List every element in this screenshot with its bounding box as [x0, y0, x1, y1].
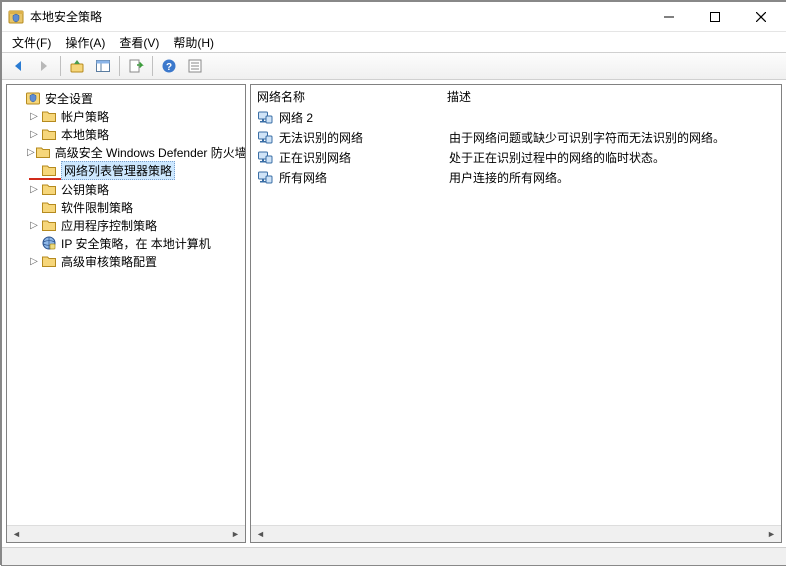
toolbar-separator — [60, 56, 61, 76]
toolbar: ? — [2, 52, 786, 80]
list-pane: 网络名称 描述 网络 2无法识别的网络由于网络问题或缺少可识别字符而无法识别的网… — [250, 84, 782, 543]
security-root-icon — [25, 90, 41, 106]
minimize-button[interactable] — [646, 2, 692, 31]
svg-text:?: ? — [166, 62, 172, 73]
title-bar: 本地安全策略 — [2, 2, 786, 32]
tree-item-label: 本地策略 — [61, 126, 109, 143]
folder-icon — [41, 199, 57, 215]
tree-item[interactable]: ▷ 帐户策略 — [9, 107, 243, 125]
list-row[interactable]: 正在识别网络处于正在识别过程中的网络的临时状态。 — [257, 147, 775, 167]
menu-action[interactable]: 操作(A) — [59, 33, 111, 52]
window-title: 本地安全策略 — [30, 8, 646, 25]
tree-item[interactable]: ▷ 高级审核策略配置 — [9, 252, 243, 270]
toolbar-separator — [119, 56, 120, 76]
globe-icon — [41, 235, 57, 251]
list-body[interactable]: 网络 2无法识别的网络由于网络问题或缺少可识别字符而无法识别的网络。正在识别网络… — [251, 107, 781, 525]
tree-item[interactable]: ▷ 应用程序控制策略 — [9, 216, 243, 234]
list-cell-desc: 处于正在识别过程中的网络的临时状态。 — [449, 149, 775, 166]
tree-item[interactable]: IP 安全策略，在 本地计算机 — [9, 234, 243, 252]
close-button[interactable] — [738, 2, 784, 31]
tree-item[interactable]: ▷ 公钥策略 — [9, 180, 243, 198]
maximize-button[interactable] — [692, 2, 738, 31]
menu-view[interactable]: 查看(V) — [113, 33, 165, 52]
list-cell-name: 网络 2 — [279, 109, 449, 126]
tree-item-label: 高级审核策略配置 — [61, 253, 157, 270]
tree-item-label: 高级安全 Windows Defender 防火墙 — [55, 144, 245, 161]
toolbar-separator — [152, 56, 153, 76]
properties-button[interactable] — [183, 55, 207, 77]
tree-item[interactable]: ▷ 高级安全 Windows Defender 防火墙 — [9, 143, 243, 161]
folder-icon — [41, 253, 57, 269]
folder-icon — [41, 162, 57, 178]
folder-icon — [41, 217, 57, 233]
tree-item-label: 软件限制策略 — [61, 199, 133, 216]
list-row[interactable]: 无法识别的网络由于网络问题或缺少可识别字符而无法识别的网络。 — [257, 127, 775, 147]
expander-icon[interactable]: ▷ — [27, 220, 41, 231]
tree-pane: 安全设置 ▷ 帐户策略 ▷ 本地策略 ▷ 高级安全 Windows Defender 防火… — [6, 84, 246, 543]
tree-h-scrollbar[interactable]: ◄ ► — [7, 525, 245, 542]
export-button[interactable] — [124, 55, 148, 77]
tree-root-label: 安全设置 — [45, 90, 93, 107]
body: 安全设置 ▷ 帐户策略 ▷ 本地策略 ▷ 高级安全 Windows Defender 防火… — [2, 80, 786, 547]
list-cell-name: 所有网络 — [279, 169, 449, 186]
expander-icon[interactable]: ▷ — [27, 129, 41, 140]
app-icon — [8, 9, 24, 25]
folder-icon — [41, 108, 57, 124]
up-button[interactable] — [65, 55, 89, 77]
tree-scroll[interactable]: 安全设置 ▷ 帐户策略 ▷ 本地策略 ▷ 高级安全 Windows Defender 防火… — [7, 85, 245, 525]
show-hide-tree-button[interactable] — [91, 55, 115, 77]
tree-item[interactable]: ▷ 本地策略 — [9, 125, 243, 143]
folder-icon — [41, 126, 57, 142]
list-h-scrollbar[interactable]: ◄ ► — [251, 525, 781, 542]
scroll-right-icon[interactable]: ► — [227, 527, 244, 542]
folder-icon — [41, 181, 57, 197]
menu-help[interactable]: 帮助(H) — [167, 33, 220, 52]
folder-icon — [35, 144, 51, 160]
network-icon — [257, 169, 273, 185]
list-cell-desc: 由于网络问题或缺少可识别字符而无法识别的网络。 — [449, 129, 775, 146]
tree-root-item[interactable]: 安全设置 — [9, 89, 243, 107]
column-description[interactable]: 描述 — [447, 88, 775, 105]
list-header: 网络名称 描述 — [251, 85, 781, 107]
scroll-right-icon[interactable]: ► — [763, 527, 780, 542]
column-network-name[interactable]: 网络名称 — [257, 88, 447, 105]
status-bar — [2, 547, 786, 565]
tree-item-label: 公钥策略 — [61, 181, 109, 198]
network-icon — [257, 129, 273, 145]
scroll-left-icon[interactable]: ◄ — [8, 527, 25, 542]
expander-icon[interactable]: ▷ — [27, 184, 41, 195]
expander-icon[interactable]: ▷ — [27, 111, 41, 122]
list-cell-name: 正在识别网络 — [279, 149, 449, 166]
network-icon — [257, 149, 273, 165]
expander-icon[interactable]: ▷ — [27, 256, 41, 267]
menu-bar: 文件(F) 操作(A) 查看(V) 帮助(H) — [2, 32, 786, 52]
list-row[interactable]: 所有网络用户连接的所有网络。 — [257, 167, 775, 187]
tree-item[interactable]: 软件限制策略 — [9, 198, 243, 216]
window-buttons — [646, 2, 784, 31]
help-button[interactable]: ? — [157, 55, 181, 77]
tree-item-label: 帐户策略 — [61, 108, 109, 125]
scroll-left-icon[interactable]: ◄ — [252, 527, 269, 542]
tree-item-label: IP 安全策略，在 本地计算机 — [61, 235, 211, 252]
expander-icon[interactable]: ▷ — [27, 147, 35, 158]
menu-file[interactable]: 文件(F) — [6, 33, 57, 52]
forward-button[interactable] — [32, 55, 56, 77]
tree-item-label: 网络列表管理器策略 — [61, 161, 175, 180]
list-row[interactable]: 网络 2 — [257, 107, 775, 127]
tree-item[interactable]: 网络列表管理器策略 — [9, 161, 243, 179]
list-cell-desc: 用户连接的所有网络。 — [449, 169, 775, 186]
back-button[interactable] — [6, 55, 30, 77]
network-icon — [257, 109, 273, 125]
list-cell-name: 无法识别的网络 — [279, 129, 449, 146]
tree-item-label: 应用程序控制策略 — [61, 217, 157, 234]
